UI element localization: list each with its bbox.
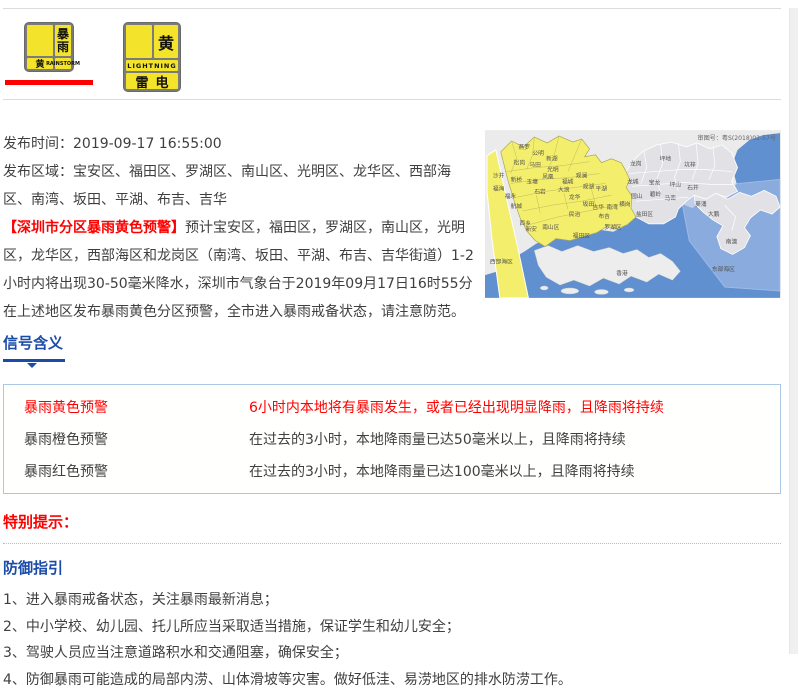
publish-time-value: 2019-09-17 16:55:00 [73, 136, 222, 152]
map-label: 燕罗 [519, 143, 531, 151]
rain-cloud-icon [27, 25, 53, 56]
warning-page: 暴雨 黄 RAINSTORM 黄 LIGHTNING 雷电 发布时间：20 [3, 8, 781, 693]
publish-area-label: 发布区域： [3, 164, 73, 180]
map-approval-number: 审图号：粤S(2018)02-57号 [697, 134, 776, 142]
map-label: 西部海区 [490, 257, 513, 265]
signal-meaning-table: 暴雨黄色预警 6小时内本地将有暴雨发生，或者已经出现明显降雨，且降雨将持续 暴雨… [3, 384, 781, 494]
bulletin-section: 发布时间：2019-09-17 16:55:00 发布区域：宝安区、福田区、罗湖… [3, 100, 781, 326]
map-label: 航城 [511, 202, 523, 210]
map-label: 龙城 [627, 177, 639, 185]
map-label: 盐田区 [636, 210, 653, 218]
map-label: 罗湖区 [604, 223, 621, 231]
map-label: 民治 [569, 210, 581, 218]
rainstorm-warning-icon: 暴雨 黄 RAINSTORM [24, 22, 74, 72]
map-label: 东部海区 [712, 265, 735, 273]
rainstorm-label-en: RAINSTORM [55, 58, 71, 69]
signal-desc: 在过去的3小时，本地降雨量已达100毫米以上，且降雨将持续 [249, 461, 780, 481]
map-label: 布吉 [598, 212, 610, 220]
publish-area-line: 发布区域：宝安区、福田区、罗湖区、南山区、光明区、龙华区、西部海区、南湾、坂田、… [3, 158, 477, 214]
map-label: 平湖 [596, 184, 608, 192]
warning-area-map: 燕罗公明新湖松岗马田光明沙井新桥玉塘凤凰福城观澜观湖福海福永石岩大浪平湖龙华坂田… [485, 130, 781, 302]
map-label: 观湖 [583, 182, 595, 190]
list-item: 2、中小学校、幼儿园、托儿所应当采取适当措施，保证学生和幼儿安全； [3, 614, 781, 641]
lightning-warning-icon: 黄 LIGHTNING 雷电 [123, 22, 181, 92]
tab-rainstorm-warning[interactable]: 暴雨 黄 RAINSTORM [5, 22, 93, 85]
signals-heading-pointer [27, 363, 37, 368]
lightning-level: 黄 [154, 25, 178, 58]
map-label: 坪山 [670, 180, 682, 188]
map-label: 新安 [525, 225, 537, 233]
defense-guide-heading: 防御指引 [3, 557, 781, 578]
lightning-label-en: LIGHTNING [126, 60, 178, 71]
map-label: 香港 [616, 269, 628, 277]
map-label: 马峦 [665, 194, 677, 202]
scrollbar-track[interactable] [789, 8, 798, 654]
map-label: 福海 [493, 184, 505, 192]
map-label: 南山区 [542, 223, 559, 231]
defense-guide-list: 1、进入暴雨戒备状态，关注暴雨最新消息； 2、中小学校、幼儿园、托儿所应当采取适… [3, 587, 781, 693]
shenzhen-district-map: 燕罗公明新湖松岗马田光明沙井新桥玉塘凤凰福城观澜观湖福海福永石岩大浪平湖龙华坂田… [485, 130, 781, 298]
map-label: 新桥 [511, 175, 523, 183]
top-divider [3, 8, 781, 9]
signal-name: 暴雨红色预警 [24, 461, 249, 481]
list-item: 4、防御暴雨可能造成的局部内涝、山体滑坡等灾害。做好低洼、易涝地区的排水防涝工作… [3, 667, 781, 693]
map-label: 福田区 [573, 232, 590, 240]
warning-title: 【深圳市分区暴雨黄色预警】 [3, 220, 185, 236]
list-item: 1、进入暴雨戒备状态，关注暴雨最新消息； [3, 587, 781, 614]
map-label: 宝龙 [649, 178, 661, 186]
map-label: 石井 [687, 183, 699, 191]
lightning-bolt-icon [126, 25, 152, 58]
map-label: 坪地 [660, 155, 672, 163]
signal-name: 暴雨黄色预警 [24, 397, 249, 417]
map-label: 龙岗 [630, 160, 642, 168]
list-item: 3、驾驶人员应当注意道路积水和交通阻塞，确保安全； [3, 640, 781, 667]
signals-heading: 信号含义 [3, 332, 781, 353]
map-label: 吉华 [593, 203, 605, 211]
signals-heading-underline [3, 359, 65, 362]
tab-lightning-warning[interactable]: 黄 LIGHTNING 雷电 [123, 22, 181, 92]
dotted-divider [3, 543, 781, 544]
map-label: 南澳 [726, 238, 738, 246]
map-label: 凤凰 [542, 173, 554, 180]
map-label: 石岩 [534, 187, 546, 195]
map-label: 葵涌 [695, 200, 707, 208]
map-label: 福永 [505, 192, 517, 200]
table-row: 暴雨红色预警 在过去的3小时，本地降雨量已达100毫米以上，且降雨将持续 [4, 455, 780, 487]
map-label: 光明 [547, 166, 559, 174]
special-note-heading: 特别提示： [3, 511, 781, 532]
signal-desc: 在过去的3小时，本地降雨量已达50毫米以上，且降雨将持续 [249, 429, 780, 449]
map-label: 马田 [529, 161, 541, 169]
map-label: 新湖 [546, 155, 558, 163]
publish-time-line: 发布时间：2019-09-17 16:55:00 [3, 130, 477, 158]
signal-name: 暴雨橙色预警 [24, 429, 249, 449]
map-label: 园山 [631, 192, 643, 200]
map-label: 龙华 [569, 193, 581, 201]
table-row: 暴雨橙色预警 在过去的3小时，本地降雨量已达50毫米以上，且降雨将持续 [4, 423, 780, 455]
map-label: 沙井 [493, 171, 505, 179]
active-tab-indicator [5, 80, 93, 85]
map-label: 南湾 [606, 203, 618, 211]
map-label: 玉塘 [526, 177, 538, 185]
table-row: 暴雨黄色预警 6小时内本地将有暴雨发生，或者已经出现明显降雨，且降雨将持续 [4, 391, 780, 423]
lightning-label-cn: 雷电 [126, 73, 178, 89]
map-label: 公明 [532, 150, 544, 157]
map-label: 碧岭 [650, 190, 662, 198]
map-label: 福城 [562, 177, 574, 185]
publish-time-label: 发布时间： [3, 136, 73, 152]
map-label: 坑梓 [684, 161, 696, 169]
bulletin-text: 发布时间：2019-09-17 16:55:00 发布区域：宝安区、福田区、罗湖… [3, 130, 477, 326]
map-label: 大浪 [558, 185, 570, 193]
rainstorm-label-cn: 暴雨 [55, 25, 71, 56]
map-label: 观澜 [576, 171, 588, 179]
signal-desc: 6小时内本地将有暴雨发生，或者已经出现明显降雨，且降雨将持续 [249, 397, 780, 417]
map-label: 横岗 [619, 200, 631, 208]
warning-paragraph: 【深圳市分区暴雨黄色预警】预计宝安区，福田区，罗湖区，南山区，光明区，龙华区，西… [3, 214, 477, 326]
map-label: 大鹏 [708, 210, 720, 218]
warning-tabs: 暴雨 黄 RAINSTORM 黄 LIGHTNING 雷电 [3, 22, 781, 99]
map-label: 松岗 [514, 159, 526, 167]
